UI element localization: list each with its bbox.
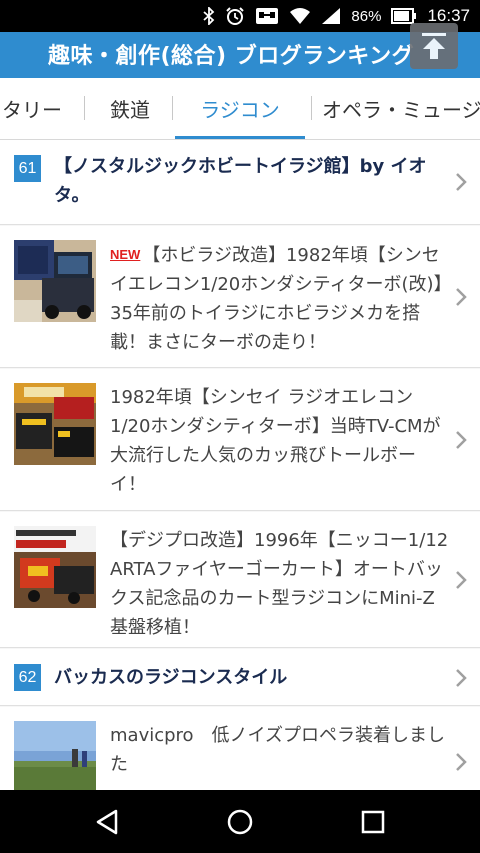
scroll-to-top-icon	[422, 33, 446, 59]
post-thumbnail	[14, 240, 96, 322]
post-title: mavicpro 低ノイズプロペラ装着しました	[110, 725, 446, 775]
post-title: NEW 【ホビラジ改造】1982年頃【シンセイエレコン1/20ホンダシティターボ(…	[110, 245, 443, 353]
tab-opera-musical[interactable]: オペラ・ミュージ	[322, 78, 480, 138]
home-button[interactable]	[200, 790, 280, 853]
home-circle-icon	[227, 809, 253, 834]
post-thumbnail	[14, 721, 96, 790]
chevron-right-icon	[454, 285, 468, 309]
wifi-icon	[289, 7, 311, 25]
tab-history[interactable]: タリー	[0, 78, 70, 138]
tab-railway[interactable]: 鉄道	[94, 78, 166, 138]
rank-badge: 61	[14, 155, 41, 182]
recents-square-icon	[361, 810, 385, 833]
app-header: 趣味・創作(総合) ブログランキング	[0, 32, 480, 78]
back-triangle-icon	[96, 809, 118, 834]
rank-badge: 62	[14, 664, 41, 691]
battery-icon	[391, 8, 417, 24]
post-title: 1982年頃【シンセイ ラジオエレコン1/20ホンダシティターボ】当時TV-CM…	[110, 387, 441, 495]
blog-name: 【ノスタルジックホビートイラジ館】by イオタ。	[54, 156, 427, 206]
chevron-right-icon	[454, 428, 468, 452]
alarm-icon	[225, 6, 245, 26]
tab-radio-control[interactable]: ラジコン	[175, 78, 305, 139]
category-tabs: タリー 鉄道 ラジコン オペラ・ミュージ	[0, 78, 480, 140]
cast-icon	[255, 6, 279, 26]
tab-divider	[84, 96, 85, 120]
back-button[interactable]	[67, 790, 147, 853]
post-item[interactable]: 【デジプロ改造】1996年【ニッコー1/12 ARTAファイヤーゴーカート】オー…	[0, 512, 480, 648]
blog-name: バッカスのラジコンスタイル	[54, 667, 288, 688]
post-thumbnail	[14, 383, 96, 465]
recents-button[interactable]	[333, 790, 413, 853]
post-item[interactable]: 1982年頃【シンセイ ラジオエレコン1/20ホンダシティターボ】当時TV-CM…	[0, 369, 480, 511]
battery-percent: 86%	[351, 7, 382, 25]
chevron-right-icon	[454, 170, 468, 194]
post-thumbnail	[14, 526, 96, 608]
chevron-right-icon	[454, 568, 468, 592]
chevron-right-icon	[454, 666, 468, 690]
system-nav-bar	[0, 790, 480, 853]
blog-entry-header[interactable]: 62 バッカスのラジコンスタイル	[0, 649, 480, 706]
new-badge: NEW	[110, 247, 141, 262]
signal-icon	[321, 7, 341, 25]
page-title: 趣味・創作(総合) ブログランキング	[48, 44, 415, 69]
tab-divider	[311, 96, 312, 120]
blog-entry-header[interactable]: 61 【ノスタルジックホビートイラジ館】by イオタ。	[0, 140, 480, 225]
chevron-right-icon	[454, 750, 468, 774]
scroll-to-top-button[interactable]	[410, 23, 458, 69]
tab-divider	[172, 96, 173, 120]
post-item[interactable]: NEW 【ホビラジ改造】1982年頃【シンセイエレコン1/20ホンダシティターボ(…	[0, 226, 480, 368]
bluetooth-icon	[203, 7, 215, 25]
post-item[interactable]: mavicpro 低ノイズプロペラ装着しました	[0, 707, 480, 790]
ranking-list: 61 【ノスタルジックホビートイラジ館】by イオタ。 NEW 【ホビラジ改造】1…	[0, 140, 480, 790]
status-bar: 86% 16:37	[0, 0, 480, 32]
post-title: 【デジプロ改造】1996年【ニッコー1/12 ARTAファイヤーゴーカート】オー…	[110, 530, 449, 638]
